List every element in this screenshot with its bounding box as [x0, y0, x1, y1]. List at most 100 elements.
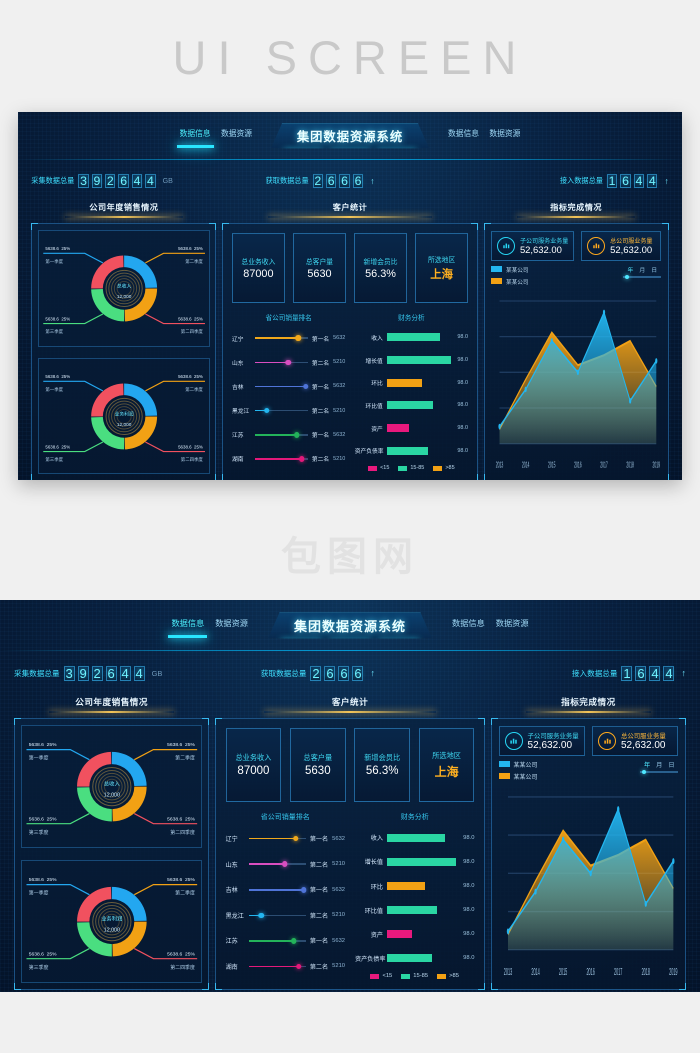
- panel-title: 客户统计: [215, 696, 485, 714]
- rank-label: 第二名: [311, 457, 330, 464]
- finance-row: 增长值 98.0: [355, 356, 468, 365]
- kpi-card-2[interactable]: 新增会员比 56.3%: [354, 728, 411, 802]
- nav-right-0[interactable]: 数据信息: [452, 617, 485, 634]
- ymd-tab-1[interactable]: 月: [656, 760, 662, 769]
- counter-0: 采集数据总量 392644 GB: [31, 173, 173, 189]
- ranking-slider[interactable]: [255, 333, 308, 343]
- nav-right-0[interactable]: 数据信息: [448, 128, 479, 144]
- indicator-card-1[interactable]: 总公司服业务量 52,632.00: [581, 230, 662, 261]
- counter-digit: 1: [606, 173, 618, 189]
- ranking-row[interactable]: 辽宁 第一名 5632: [232, 333, 345, 343]
- kpi-card-1[interactable]: 总客户量 5630: [293, 233, 346, 303]
- ranking-slider[interactable]: [255, 430, 308, 440]
- panel-indicator: 指标完成情况 子公司服务业务量 52,632.00 总公司服业务量 52,632…: [490, 696, 687, 990]
- finance-bar-area: [386, 424, 454, 433]
- finance-block: 财务分析 收入 98.0 增长值 98.0 环比 98.0 环比值 98.0 资…: [355, 312, 468, 471]
- ymd-tab-0[interactable]: 年: [628, 265, 634, 274]
- kpi-card-0[interactable]: 总业务收入 87000: [232, 233, 285, 303]
- donut-chart: 5638.6 25% 第一季度 5638.6 25% 第二季度 5638.6 25% 第三…: [26, 742, 197, 836]
- counter-1: 获取数据总量 2666 ↑: [265, 173, 375, 189]
- finance-label: 收入: [370, 835, 383, 843]
- nav-left-1[interactable]: 数据资源: [215, 617, 248, 634]
- donut-label-value: 5638.6 25%: [178, 444, 203, 449]
- nav-right-1[interactable]: 数据资源: [489, 128, 520, 144]
- rank-value: 5632: [333, 431, 346, 438]
- counter-digit: 3: [63, 665, 75, 681]
- nav-right-1[interactable]: 数据资源: [496, 617, 529, 634]
- rank-value: 5210: [333, 359, 346, 366]
- finance-bar-area: [386, 882, 459, 890]
- panel-title: 公司年度销售情况: [14, 696, 209, 714]
- panel-body: 总业务收入 87000 总客户量 5630 新增会员比 56.3% 所选地区 上…: [222, 223, 478, 480]
- ranking-row[interactable]: 山东 第二名 5210: [226, 859, 345, 869]
- finance-bar-area: [386, 954, 459, 963]
- ranking-slider[interactable]: [248, 936, 306, 946]
- kpi-card-0[interactable]: 总业务收入 87000: [225, 728, 282, 802]
- indicator-card-1[interactable]: 总公司服业务量 52,632.00: [592, 725, 679, 756]
- province-label: 吉林: [225, 887, 238, 895]
- nav-left-0[interactable]: 数据信息: [168, 617, 207, 638]
- finance-bar-area: [386, 906, 459, 915]
- ranking-row[interactable]: 湖南 第二名 5210: [226, 961, 345, 971]
- ranking-slider[interactable]: [255, 454, 308, 464]
- donut-label-name: 第二四季度: [170, 829, 195, 836]
- ranking-slider[interactable]: [248, 834, 306, 844]
- nav-bar: 数据信息 数据资源 集团数据资源系统 数据信息 数据资源: [176, 123, 520, 149]
- ranking-slider[interactable]: [248, 859, 306, 869]
- ranking-slider[interactable]: [255, 381, 309, 391]
- ranking-slider[interactable]: [255, 406, 308, 416]
- indicator-card-0[interactable]: 子公司服务业务量 52,632.00: [498, 725, 585, 756]
- ranking-row[interactable]: 江苏 第一名 5632: [226, 936, 345, 946]
- ymd-tab-2[interactable]: 日: [668, 760, 674, 769]
- kpi-card-3[interactable]: 所选地区 上海: [418, 728, 475, 802]
- rank-value: 5632: [332, 835, 346, 842]
- year-month-day-selector[interactable]: 年月日: [640, 760, 679, 774]
- kpi-card-2[interactable]: 新增会员比 56.3%: [354, 233, 407, 303]
- indicator-card-0[interactable]: 子公司服务业务量 52,632.00: [490, 230, 575, 261]
- rank-value: 5210: [333, 407, 346, 414]
- ranking-row[interactable]: 黑龙江 第二名 5210: [232, 406, 345, 416]
- counter-digit: 9: [91, 173, 103, 189]
- panel-body: 总业务收入 87000 总客户量 5630 新增会员比 56.3% 所选地区 上…: [215, 718, 485, 990]
- ymd-tab-0[interactable]: 年: [644, 760, 650, 769]
- donut-label-value: 5638.6 25%: [29, 951, 57, 957]
- donut-label-name: 第二四季度: [181, 328, 204, 335]
- ranking-row[interactable]: 辽宁 第一名 5632: [226, 834, 345, 844]
- x-tick-label: 2016: [586, 966, 594, 978]
- donut-label-name: 第二四季度: [170, 963, 195, 970]
- counter-unit: ↑: [370, 175, 375, 186]
- x-tick-label: 2014: [531, 966, 539, 978]
- ymd-slider[interactable]: [640, 769, 679, 774]
- finance-bar-area: [386, 833, 459, 842]
- donut-label-value: 5638.6 25%: [167, 951, 195, 957]
- rank-label: 第二名: [309, 963, 329, 971]
- rank-value: 5210: [332, 861, 346, 868]
- ranking-row[interactable]: 山东 第二名 5210: [232, 357, 345, 367]
- nav-left-0[interactable]: 数据信息: [176, 128, 214, 148]
- kpi-label: 新增会员比: [363, 258, 398, 266]
- ranking-row[interactable]: 吉林 第一名 5632: [226, 885, 345, 895]
- kpi-card-3[interactable]: 所选地区 上海: [415, 233, 468, 303]
- kpi-card-1[interactable]: 总客户量 5630: [289, 728, 346, 802]
- counter-digit: 6: [326, 173, 337, 189]
- rank-value: 5632: [332, 937, 346, 944]
- year-month-day-selector[interactable]: 年月日: [623, 265, 662, 279]
- dashboard-body: 公司年度销售情况 5638.6 25% 第一季度 5638.6 25% 第二季度 563…: [0, 696, 700, 990]
- ranking-row[interactable]: 吉林 第一名 5632: [232, 381, 345, 391]
- ranking-row[interactable]: 黑龙江 第二名 5210: [226, 910, 345, 920]
- panel-customer-stats: 客户统计 总业务收入 87000 总客户量 5630 新增会员比 56.3% 所…: [222, 202, 478, 480]
- ranking-slider[interactable]: [255, 357, 308, 367]
- rank-label: 第一名: [309, 836, 329, 844]
- page-title: 集团数据资源系统: [296, 130, 404, 145]
- ymd-slider[interactable]: [623, 274, 662, 279]
- ymd-tab-2[interactable]: 日: [651, 265, 657, 274]
- counter-digit: 3: [78, 173, 89, 189]
- ranking-row[interactable]: 湖南 第二名 5210: [232, 454, 345, 464]
- nav-left-1[interactable]: 数据资源: [221, 128, 252, 144]
- ranking-slider[interactable]: [248, 910, 306, 920]
- ranking-slider[interactable]: [248, 961, 306, 971]
- ranking-row[interactable]: 江苏 第一名 5632: [232, 430, 345, 440]
- donut-label-value: 5638.6 25%: [45, 316, 70, 321]
- ymd-tab-1[interactable]: 月: [639, 265, 645, 274]
- ranking-slider[interactable]: [248, 885, 307, 895]
